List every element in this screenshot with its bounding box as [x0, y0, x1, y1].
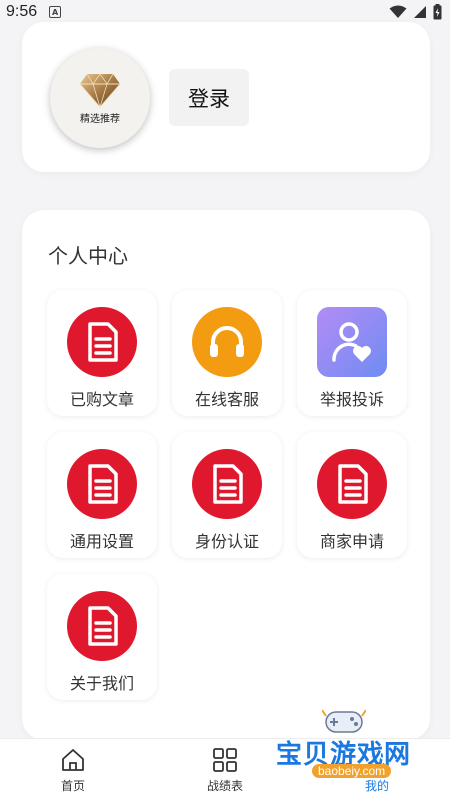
grid-icon	[213, 748, 237, 772]
menu-item-label: 身份认证	[194, 532, 259, 551]
document-icon	[66, 306, 138, 378]
menu-item-online-service[interactable]: 在线客服	[172, 290, 282, 416]
menu-item-label: 举报投诉	[319, 390, 384, 409]
avatar-caption: 精选推荐	[80, 113, 120, 125]
menu-item-about-us[interactable]: 关于我们	[47, 574, 157, 700]
status-bar: 9:56 A	[0, 0, 450, 24]
status-left: 9:56 A	[6, 3, 62, 21]
document-icon	[66, 590, 138, 662]
menu-item-identity-verification[interactable]: 身份认证	[172, 432, 282, 558]
menu-item-label: 关于我们	[69, 674, 134, 693]
menu-item-label: 通用设置	[69, 532, 134, 551]
notification-a-icon: A	[49, 6, 62, 18]
watermark: 宝贝游戏网 baobeiy.com	[272, 706, 432, 796]
watermark-url: baobeiy.com	[312, 764, 392, 778]
menu-item-merchant-application[interactable]: 商家申请	[297, 432, 407, 558]
login-button[interactable]: 登录	[169, 69, 249, 126]
home-icon	[62, 749, 84, 771]
section-title: 个人中心	[48, 244, 128, 268]
avatar[interactable]: 精选推荐	[50, 48, 150, 148]
diamond-logo-icon	[79, 72, 121, 108]
status-right	[389, 4, 442, 20]
headphones-icon	[191, 306, 263, 378]
gamepad-icon	[322, 709, 366, 733]
menu-item-purchased-articles[interactable]: 已购文章	[47, 290, 157, 416]
battery-icon	[433, 4, 442, 20]
document-icon	[191, 448, 263, 520]
signal-icon	[414, 6, 426, 18]
personal-center-card: 个人中心 已购文章 在线客服 举报投诉 通用设置 身份认证 商家申请 关于我们	[22, 210, 430, 740]
menu-item-report-complaint[interactable]: 举报投诉	[297, 290, 407, 416]
document-icon	[66, 448, 138, 520]
menu-item-label: 商家申请	[319, 532, 384, 551]
wifi-icon	[389, 5, 407, 18]
status-time: 9:56	[6, 3, 38, 20]
menu-item-label: 已购文章	[69, 390, 134, 409]
menu-item-label: 在线客服	[194, 390, 259, 409]
user-heart-icon	[316, 306, 388, 378]
nav-label: 战绩表	[206, 779, 243, 793]
nav-item-home[interactable]: 首页	[33, 747, 113, 794]
nav-item-records[interactable]: 战绩表	[185, 747, 265, 794]
document-icon	[316, 448, 388, 520]
nav-label: 首页	[60, 779, 85, 793]
profile-card: 精选推荐 登录	[22, 22, 430, 172]
menu-item-general-settings[interactable]: 通用设置	[47, 432, 157, 558]
